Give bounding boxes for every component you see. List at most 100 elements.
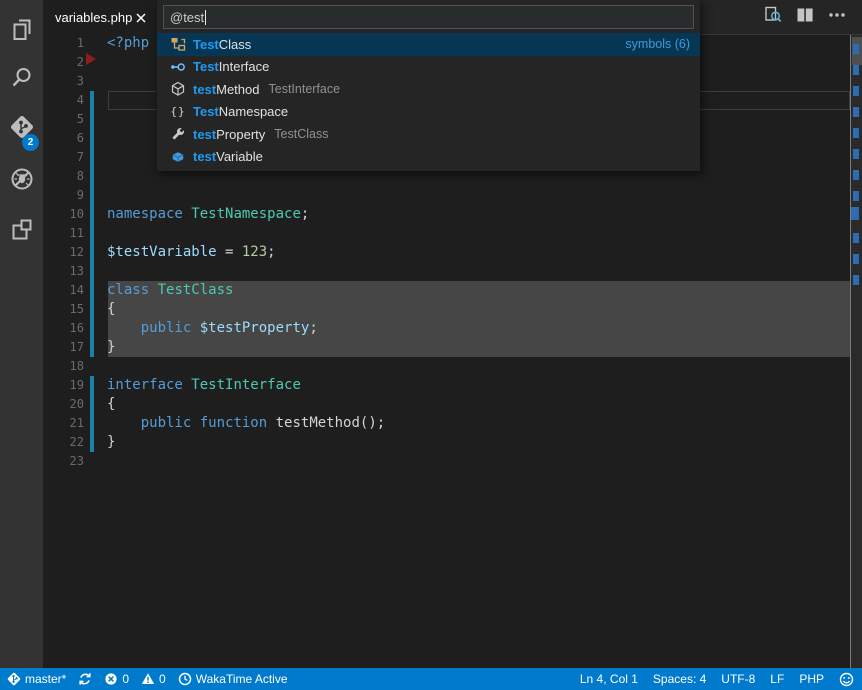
code-line-22[interactable]: 22} — [43, 433, 849, 452]
line-number[interactable]: 10 — [43, 205, 84, 224]
line-number[interactable]: 13 — [43, 262, 84, 281]
status-wakatime-label: WakaTime Active — [196, 672, 288, 686]
quick-open-input[interactable]: @test — [163, 5, 694, 29]
line-number[interactable]: 16 — [43, 319, 84, 338]
line-number[interactable]: 14 — [43, 281, 84, 300]
code-token — [191, 415, 199, 431]
status-encoding[interactable]: UTF-8 — [721, 672, 755, 686]
gutter-modified-indicator — [90, 91, 94, 357]
line-number[interactable]: 23 — [43, 452, 84, 471]
line-number[interactable]: 17 — [43, 338, 84, 357]
code-line-9[interactable]: 9 — [43, 186, 849, 205]
line-number[interactable]: 15 — [43, 300, 84, 319]
overview-ruler-mark — [853, 107, 859, 117]
activity-bar-item-explorer[interactable] — [0, 8, 43, 56]
status-warnings[interactable]: 0 — [141, 672, 166, 686]
code-token — [149, 282, 157, 298]
code-token: $testProperty — [200, 320, 310, 336]
symbol-name-rest: Variable — [216, 149, 263, 164]
code-line-text: public $testProperty; — [107, 319, 318, 338]
line-number[interactable]: 5 — [43, 110, 84, 129]
activity-bar-item-search[interactable] — [0, 56, 43, 104]
activity-bar-item-source-control[interactable]: 2 — [0, 105, 43, 153]
editor-actions — [762, 0, 848, 35]
line-number[interactable]: 4 — [43, 91, 84, 110]
status-eol-label: LF — [770, 672, 784, 686]
line-number[interactable]: 7 — [43, 148, 84, 167]
status-language-mode[interactable]: PHP — [799, 672, 824, 686]
symbol-result-testProperty[interactable]: testPropertyTestClass — [157, 123, 700, 146]
status-feedback[interactable] — [839, 672, 854, 687]
activity-bar-item-debug[interactable] — [0, 157, 43, 205]
line-number[interactable]: 2 — [43, 53, 84, 72]
code-line-21[interactable]: 21 public function testMethod(); — [43, 414, 849, 433]
status-git-branch-label: master* — [25, 672, 66, 686]
line-number[interactable]: 18 — [43, 357, 84, 376]
class-icon — [170, 36, 186, 52]
code-line-19[interactable]: 19interface TestInterface — [43, 376, 849, 395]
code-line-17[interactable]: 17} — [43, 338, 849, 357]
code-line-10[interactable]: 10namespace TestNamespace; — [43, 205, 849, 224]
more-actions-button[interactable] — [826, 7, 848, 29]
code-token: ; — [301, 206, 309, 222]
close-icon[interactable] — [133, 10, 149, 26]
code-line-text: { — [107, 300, 115, 319]
code-token: { — [107, 396, 115, 412]
line-number[interactable]: 1 — [43, 34, 84, 53]
status-errors[interactable]: 0 — [104, 672, 129, 686]
split-editor-button[interactable] — [794, 7, 816, 29]
symbol-result-testVariable[interactable]: testVariable — [157, 146, 700, 169]
status-sync[interactable] — [78, 672, 92, 686]
line-number[interactable]: 6 — [43, 129, 84, 148]
code-line-12[interactable]: 12$testVariable = 123; — [43, 243, 849, 262]
open-preview-button[interactable] — [762, 7, 784, 29]
code-line-23[interactable]: 23 — [43, 452, 849, 471]
symbol-result-TestNamespace[interactable]: {}TestNamespace — [157, 101, 700, 124]
status-wakatime[interactable]: WakaTime Active — [178, 672, 288, 686]
activity-bar-item-extensions[interactable] — [0, 208, 43, 256]
code-token: = — [217, 244, 242, 260]
matched-text: Test — [193, 37, 219, 52]
code-line-text: { — [107, 395, 115, 414]
code-line-16[interactable]: 16 public $testProperty; — [43, 319, 849, 338]
symbol-name-rest: Namespace — [219, 104, 288, 119]
line-number[interactable]: 11 — [43, 224, 84, 243]
quick-open-widget: @test TestClasssymbols (6)TestInterfacet… — [157, 0, 700, 171]
symbol-result-TestClass[interactable]: TestClasssymbols (6) — [157, 33, 700, 56]
line-number[interactable]: 19 — [43, 376, 84, 395]
line-number[interactable]: 8 — [43, 167, 84, 186]
code-line-11[interactable]: 11 — [43, 224, 849, 243]
line-number[interactable]: 3 — [43, 72, 84, 91]
code-line-15[interactable]: 15 { — [43, 300, 849, 319]
overview-ruler-mark — [853, 170, 859, 180]
status-git-branch[interactable]: master* — [7, 672, 66, 686]
code-token — [107, 320, 141, 336]
text-caret — [205, 10, 206, 25]
line-number[interactable]: 22 — [43, 433, 84, 452]
results-count-badge: symbols (6) — [625, 37, 690, 51]
code-line-14[interactable]: 14class TestClass — [43, 281, 849, 300]
code-line-20[interactable]: 20 { — [43, 395, 849, 414]
symbol-result-TestInterface[interactable]: TestInterface — [157, 56, 700, 79]
code-token: TestNamespace — [191, 206, 301, 222]
status-eol[interactable]: LF — [770, 672, 784, 686]
overview-ruler-mark — [851, 207, 859, 220]
line-number[interactable]: 12 — [43, 243, 84, 262]
status-indentation-label: Spaces: 4 — [653, 672, 706, 686]
status-cursor-position[interactable]: Ln 4, Col 1 — [580, 672, 638, 686]
status-indentation[interactable]: Spaces: 4 — [653, 672, 706, 686]
overview-ruler-mark — [853, 65, 859, 75]
gutter-deleted-marker — [86, 53, 96, 65]
code-line-18[interactable]: 18 — [43, 357, 849, 376]
tab-variables-php[interactable]: variables.php — [43, 0, 157, 35]
line-number[interactable]: 21 — [43, 414, 84, 433]
symbol-result-testMethod[interactable]: testMethodTestInterface — [157, 78, 700, 101]
line-number[interactable]: 20 — [43, 395, 84, 414]
clock-icon — [178, 672, 192, 686]
code-line-text: } — [107, 433, 115, 452]
files-icon — [9, 17, 35, 48]
line-number[interactable]: 9 — [43, 186, 84, 205]
code-line-13[interactable]: 13 — [43, 262, 849, 281]
search-icon — [9, 65, 35, 96]
quick-open-list: TestClasssymbols (6)TestInterfacetestMet… — [157, 33, 700, 168]
